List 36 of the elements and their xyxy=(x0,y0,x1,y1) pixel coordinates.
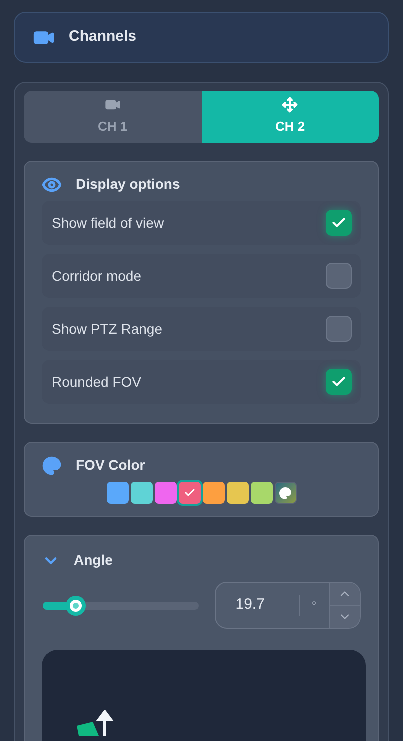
custom-color-button[interactable] xyxy=(274,482,296,504)
option-label: Show PTZ Range xyxy=(52,320,162,339)
color-swatch[interactable] xyxy=(106,482,128,504)
color-swatch[interactable] xyxy=(130,482,152,504)
color-swatch[interactable] xyxy=(202,482,224,504)
color-swatch[interactable] xyxy=(178,482,200,504)
option-label: Corridor mode xyxy=(52,266,142,286)
checkbox[interactable] xyxy=(326,316,352,342)
header-title: Channels xyxy=(69,27,137,48)
move-icon xyxy=(282,97,298,114)
checkbox[interactable] xyxy=(326,210,352,236)
palette-icon xyxy=(279,486,292,500)
option-label: Show field of view xyxy=(52,214,164,232)
fov-drawing xyxy=(75,710,115,736)
angle-slider[interactable] xyxy=(43,594,199,616)
option-row[interactable]: Corridor mode xyxy=(42,254,361,298)
palette-icon xyxy=(42,456,62,476)
section-title: Display options xyxy=(76,175,180,194)
option-row[interactable]: Show field of view xyxy=(42,201,361,245)
checkbox[interactable] xyxy=(326,263,352,289)
section-title: Angle xyxy=(74,551,113,570)
option-row[interactable]: Rounded FOV xyxy=(42,360,361,404)
increment-button[interactable] xyxy=(330,583,360,606)
angle-input[interactable]: 19.7 ° xyxy=(214,582,361,629)
slider-thumb[interactable] xyxy=(66,596,86,616)
color-swatch[interactable] xyxy=(250,482,272,504)
color-swatch[interactable] xyxy=(226,482,248,504)
unit-label: ° xyxy=(310,598,318,614)
angle-value: 19.7 xyxy=(234,595,266,616)
checkbox[interactable] xyxy=(326,369,352,395)
section-title: FOV Color xyxy=(76,456,146,475)
option-label: Rounded FOV xyxy=(52,372,142,392)
color-swatch[interactable] xyxy=(154,482,176,504)
option-row[interactable]: Show PTZ Range xyxy=(42,307,361,351)
check-icon xyxy=(184,487,196,499)
decrement-button[interactable] xyxy=(330,606,360,628)
